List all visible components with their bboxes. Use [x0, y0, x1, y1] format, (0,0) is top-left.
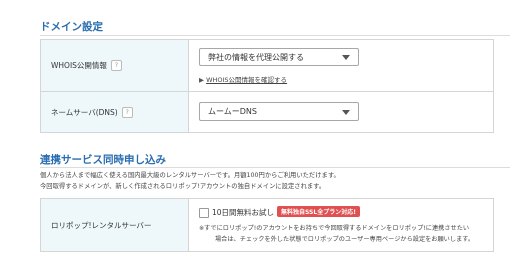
nameserver-select[interactable]: ムームーDNS — [199, 102, 359, 121]
chevron-down-icon — [342, 109, 350, 115]
lolipop-row: ロリポップ!レンタルサーバー 10日間無料お試し 無料独自SSL全プラン対応! … — [41, 199, 493, 251]
whois-select-value: 弊社の情報を代理公開する — [208, 52, 304, 62]
domain-settings-table: WHOIS公開情報 ? 弊社の情報を代理公開する ▶ WHOIS公開情報を確認す… — [40, 39, 494, 133]
help-icon[interactable]: ? — [110, 60, 122, 71]
triangle-right-icon: ▶ — [199, 76, 204, 84]
whois-confirm-link-row: ▶ WHOIS公開情報を確認する — [199, 74, 287, 84]
whois-row: WHOIS公開情報 ? 弊社の情報を代理公開する ▶ WHOIS公開情報を確認す… — [41, 40, 493, 92]
whois-select[interactable]: 弊社の情報を代理公開する — [199, 48, 359, 66]
domain-settings-title: ドメイン設定 — [40, 21, 103, 33]
note-line: ※すでにロリポップ!のアカウントをお持ちで今回取得するドメインをロリポップ!に連… — [199, 225, 470, 232]
rental-server-title: 連携サービス同時申し込み — [40, 154, 166, 166]
lolipop-note: ※すでにロリポップ!のアカウントをお持ちで今回取得するドメインをロリポップ!に連… — [199, 223, 474, 245]
nameserver-row: ネームサーバ(DNS) ? ムームーDNS — [41, 92, 493, 132]
chevron-down-icon — [342, 55, 350, 60]
note-line: 場合は、チェックを外した状態でロリポップのユーザー専用ページから設定をお願いしま… — [215, 236, 475, 243]
help-icon[interactable]: ? — [121, 106, 133, 118]
rental-server-description: 個人から法人まで幅広く使える国内最大級のレンタルサーバーです。月額100円からご… — [40, 170, 340, 192]
nameserver-select-value: ムームーDNS — [208, 107, 257, 116]
section-divider — [40, 35, 510, 36]
description-line: 個人から法人まで幅広く使える国内最大級のレンタルサーバーです。月額100円からご… — [40, 172, 340, 179]
whois-confirm-link[interactable]: WHOIS公開情報を確認する — [206, 76, 287, 84]
lolipop-label-cell: ロリポップ!レンタルサーバー — [41, 199, 189, 251]
ssl-badge: 無料独自SSL全プラン対応! — [277, 206, 360, 217]
free-trial-checkbox[interactable] — [199, 208, 209, 218]
section-divider — [40, 167, 510, 168]
description-line: 今回取得するドメインが、新しく作成されるロリポップ!アカウントの独自ドメインに設… — [40, 183, 326, 190]
lolipop-label: ロリポップ!レンタルサーバー — [51, 220, 152, 230]
whois-label: WHOIS公開情報 — [51, 61, 107, 70]
nameserver-label: ネームサーバ(DNS) — [51, 107, 118, 117]
nameserver-label-cell: ネームサーバ(DNS) ? — [41, 92, 189, 132]
free-trial-label[interactable]: 10日間無料お試し — [212, 207, 274, 218]
rental-server-table: ロリポップ!レンタルサーバー 10日間無料お試し 無料独自SSL全プラン対応! … — [40, 198, 494, 252]
whois-label-cell: WHOIS公開情報 ? — [41, 40, 189, 91]
